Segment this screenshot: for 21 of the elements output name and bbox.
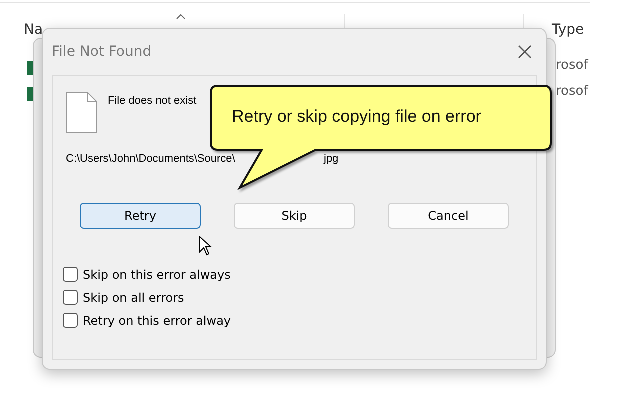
table-cell: rosof bbox=[556, 84, 588, 99]
checkbox[interactable] bbox=[63, 267, 78, 282]
file-path: jpg bbox=[324, 153, 339, 165]
checkbox[interactable] bbox=[63, 290, 78, 305]
mouse-pointer-icon bbox=[199, 236, 213, 256]
dialog-button[interactable]: Cancel bbox=[388, 203, 509, 229]
document-icon bbox=[66, 92, 98, 134]
table-cell: rosof bbox=[556, 58, 588, 73]
close-icon[interactable] bbox=[518, 45, 532, 59]
error-message: File does not exist bbox=[108, 95, 197, 107]
file-path: C:\Users\John\Documents\Source\ bbox=[66, 153, 236, 165]
callout-text: Retry or skip copying file on error bbox=[232, 107, 482, 127]
dialog-button[interactable]: Skip bbox=[234, 203, 355, 229]
checkbox-label: Skip on all errors bbox=[83, 290, 184, 304]
checkbox[interactable] bbox=[63, 313, 78, 328]
dialog-button[interactable]: Retry bbox=[80, 203, 201, 229]
dialog-title: File Not Found bbox=[52, 44, 152, 60]
checkbox-label: Retry on this error alway bbox=[83, 314, 232, 328]
column-header[interactable]: Na bbox=[24, 22, 44, 38]
checkbox-label: Skip on this error always bbox=[83, 268, 231, 282]
column-header[interactable]: Type bbox=[552, 22, 584, 38]
